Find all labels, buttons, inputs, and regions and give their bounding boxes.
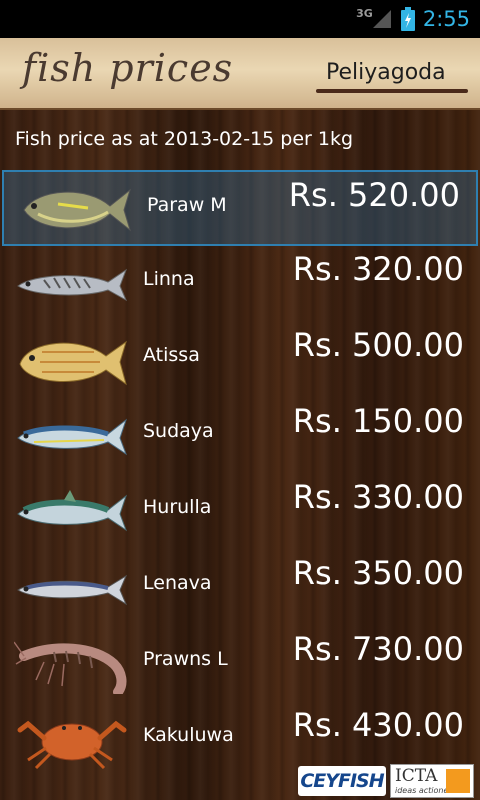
fish-price: Rs. 500.00 (292, 326, 464, 364)
fish-name: Atissa (143, 344, 200, 366)
fish-name: Paraw M (147, 194, 227, 216)
linna-fish-icon (17, 268, 128, 302)
icta-logo: ICTA ideas actioned (390, 764, 474, 798)
lenava-fish-icon (17, 574, 128, 606)
fish-row-atissa[interactable]: Atissa Rs. 500.00 (0, 322, 480, 398)
fish-row-paraw-m[interactable]: Paraw M Rs. 520.00 (2, 170, 478, 246)
fish-price: Rs. 730.00 (292, 630, 464, 668)
fish-name: Kakuluwa (143, 724, 234, 746)
fish-price: Rs. 520.00 (288, 176, 460, 214)
location-selector[interactable]: Peliyagoda (326, 60, 446, 85)
fish-name: Sudaya (143, 420, 214, 442)
fish-price: Rs. 350.00 (292, 554, 464, 592)
prawn-icon (14, 641, 127, 694)
status-bar: 3G 2:55 (0, 0, 480, 38)
fish-row-linna[interactable]: Linna Rs. 320.00 (0, 246, 480, 322)
signal-icon (372, 10, 391, 28)
icta-tagline: ideas actioned (395, 786, 454, 795)
atissa-fish-icon (19, 340, 127, 386)
fish-price: Rs. 320.00 (292, 250, 464, 288)
fish-price-list: Paraw M Rs. 520.00 Linna Rs. 320.00 Atis… (0, 170, 480, 778)
network-type: 3G (356, 6, 373, 20)
fish-row-prawns-l[interactable]: Prawns L Rs. 730.00 (0, 626, 480, 702)
icta-logo-text: ICTA (395, 766, 438, 786)
fish-name: Linna (143, 268, 195, 290)
fish-price: Rs. 330.00 (292, 478, 464, 516)
fish-name: Lenava (143, 572, 212, 594)
app-title: fish prices (22, 46, 234, 90)
status-time: 2:55 (422, 7, 470, 31)
price-date-subtitle: Fish price as at 2013-02-15 per 1kg (15, 128, 354, 150)
fish-row-sudaya[interactable]: Sudaya Rs. 150.00 (0, 398, 480, 474)
sudaya-fish-icon (17, 418, 128, 456)
fish-name: Prawns L (143, 648, 228, 670)
location-underline (316, 89, 468, 93)
fish-row-lenava[interactable]: Lenava Rs. 350.00 (0, 550, 480, 626)
fish-row-hurulla[interactable]: Hurulla Rs. 330.00 (0, 474, 480, 550)
hurulla-fish-icon (17, 490, 128, 532)
fish-name: Hurulla (143, 496, 212, 518)
paraw-fish-icon (23, 188, 131, 232)
fish-price: Rs. 150.00 (292, 402, 464, 440)
fish-price: Rs. 430.00 (292, 706, 464, 744)
icta-square-icon (446, 769, 470, 793)
ceyfish-logo: CEYFISH (298, 766, 386, 796)
crab-icon (17, 720, 127, 770)
app-header: fish prices Peliyagoda (0, 38, 480, 110)
battery-icon (400, 7, 415, 31)
